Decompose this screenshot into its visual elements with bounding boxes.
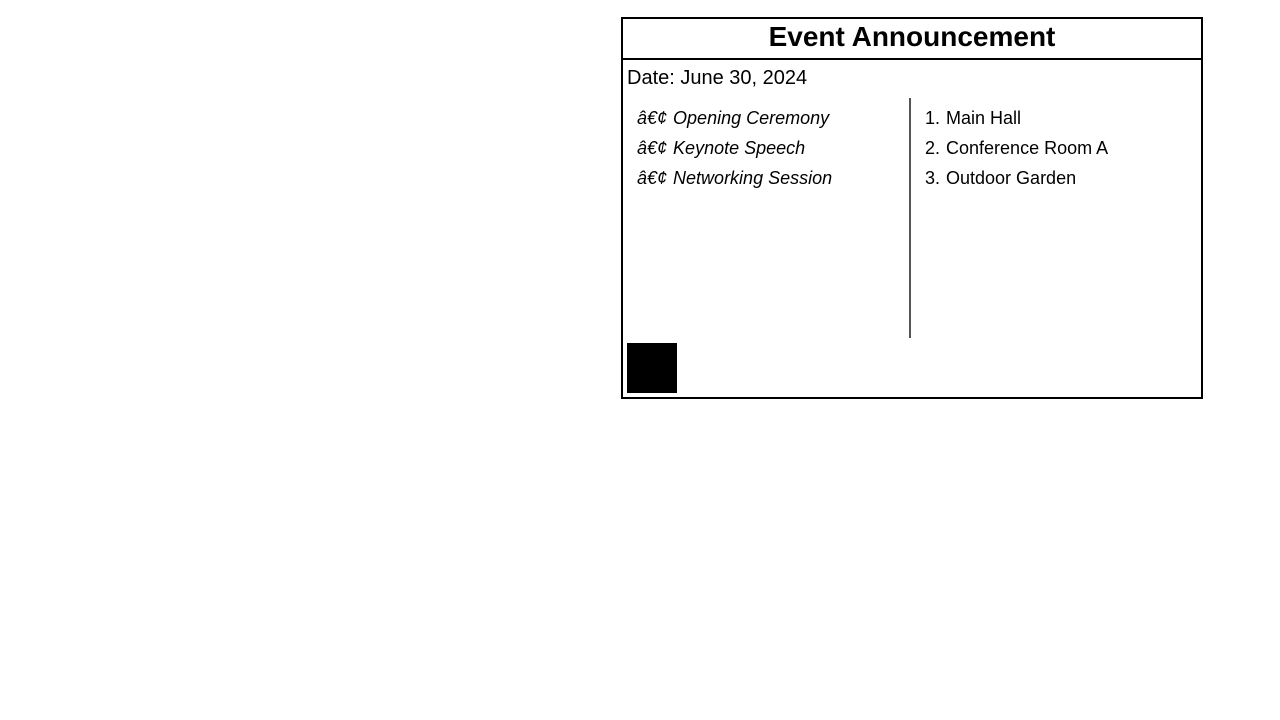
- venue-number: 2.: [925, 138, 941, 158]
- event-announcement-card: Event Announcement Date: June 30, 2024 â…: [621, 17, 1203, 399]
- bullet-glyph: â€¢: [637, 168, 668, 188]
- venue-label: Main Hall: [946, 108, 1022, 128]
- black-square-image: [627, 343, 677, 393]
- list-item: 3. Outdoor Garden: [925, 163, 1201, 193]
- activity-label: Opening Ceremony: [673, 108, 830, 128]
- activities-column: â€¢ Opening Ceremony â€¢ Keynote Speech â€…: [623, 98, 911, 338]
- activities-list: â€¢ Opening Ceremony â€¢ Keynote Speech â€…: [637, 98, 909, 193]
- list-item: â€¢ Networking Session: [637, 163, 909, 193]
- list-item: 1. Main Hall: [925, 103, 1201, 133]
- venue-label: Outdoor Garden: [946, 168, 1077, 188]
- list-item: 2. Conference Room A: [925, 133, 1201, 163]
- details-columns: â€¢ Opening Ceremony â€¢ Keynote Speech â€…: [623, 98, 1201, 338]
- event-date: Date: June 30, 2024: [627, 67, 808, 89]
- bullet-glyph: â€¢: [637, 108, 668, 128]
- activity-label: Keynote Speech: [673, 138, 806, 158]
- announcement-title: Event Announcement: [623, 19, 1201, 60]
- venue-number: 3.: [925, 168, 941, 188]
- list-item: â€¢ Opening Ceremony: [637, 103, 909, 133]
- venues-column: 1. Main Hall 2. Conference Room A 3. Outdoo…: [911, 98, 1201, 338]
- venue-label: Conference Room A: [946, 138, 1109, 158]
- activity-label: Networking Session: [673, 168, 833, 188]
- list-item: â€¢ Keynote Speech: [637, 133, 909, 163]
- venue-number: 1.: [925, 108, 941, 128]
- bullet-glyph: â€¢: [637, 138, 668, 158]
- venues-list: 1. Main Hall 2. Conference Room A 3. Outdoo…: [925, 98, 1201, 193]
